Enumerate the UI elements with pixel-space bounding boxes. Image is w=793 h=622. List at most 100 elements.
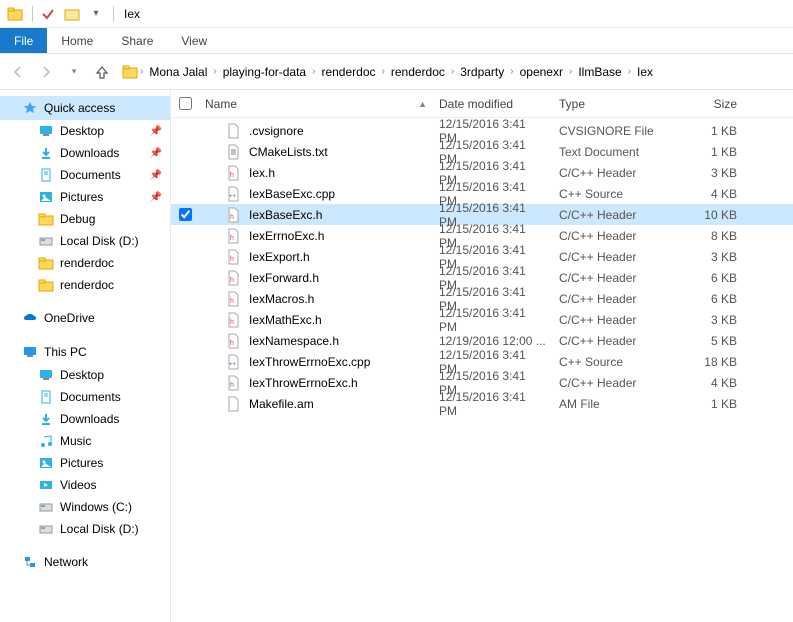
properties-icon[interactable] bbox=[37, 3, 59, 25]
file-type: CVSIGNORE File bbox=[553, 124, 673, 138]
sidebar-item-label: renderdoc bbox=[60, 278, 114, 292]
select-all-checkbox[interactable] bbox=[179, 97, 192, 110]
qat-dropdown-icon[interactable]: ▾ bbox=[85, 3, 107, 25]
file-row[interactable]: hIexMathExc.h12/15/2016 3:41 PMC/C++ Hea… bbox=[171, 309, 793, 330]
folder-icon bbox=[38, 277, 54, 293]
sidebar-item[interactable]: Music bbox=[0, 430, 170, 452]
file-name: IexMathExc.h bbox=[249, 313, 322, 327]
sidebar-quick-access[interactable]: Quick access bbox=[0, 96, 170, 120]
sidebar-item-label: Local Disk (D:) bbox=[60, 234, 139, 248]
file-size: 5 KB bbox=[673, 334, 743, 348]
pc-icon bbox=[22, 344, 38, 360]
chevron-right-icon[interactable]: › bbox=[567, 66, 574, 77]
sidebar-item[interactable]: Downloads 📌 bbox=[0, 142, 170, 164]
file-size: 1 KB bbox=[673, 397, 743, 411]
sidebar-item-label: Pictures bbox=[60, 456, 103, 470]
sidebar-item[interactable]: Local Disk (D:) bbox=[0, 518, 170, 540]
downloads-icon bbox=[38, 411, 54, 427]
sidebar-item[interactable]: Downloads bbox=[0, 408, 170, 430]
crumb[interactable]: IlmBase bbox=[574, 65, 625, 79]
app-folder-icon[interactable] bbox=[4, 3, 26, 25]
music-icon bbox=[38, 433, 54, 449]
navbar: ▾ › Mona Jalal› playing-for-data› render… bbox=[0, 54, 793, 90]
svg-text:h: h bbox=[230, 277, 234, 284]
downloads-icon bbox=[38, 145, 54, 161]
h-icon: h bbox=[225, 249, 241, 265]
col-type[interactable]: Type bbox=[553, 97, 673, 111]
new-folder-icon[interactable] bbox=[61, 3, 83, 25]
pictures-icon bbox=[38, 455, 54, 471]
sidebar-item-label: Documents bbox=[60, 168, 121, 182]
crumb[interactable]: playing-for-data bbox=[219, 65, 310, 79]
sidebar-item[interactable]: Videos bbox=[0, 474, 170, 496]
chevron-right-icon[interactable]: › bbox=[211, 66, 218, 77]
forward-button[interactable] bbox=[34, 60, 58, 84]
crumb[interactable]: 3rdparty bbox=[456, 65, 508, 79]
sidebar-item[interactable]: Pictures📌 bbox=[0, 186, 170, 208]
tab-share[interactable]: Share bbox=[107, 28, 167, 53]
file-type: C/C++ Header bbox=[553, 292, 673, 306]
file-size: 8 KB bbox=[673, 229, 743, 243]
documents-icon bbox=[38, 167, 54, 183]
chevron-right-icon[interactable]: › bbox=[138, 66, 145, 77]
up-button[interactable] bbox=[90, 60, 114, 84]
sidebar-item[interactable]: Pictures bbox=[0, 452, 170, 474]
sidebar-onedrive[interactable]: OneDrive bbox=[0, 306, 170, 330]
sidebar-item[interactable]: Documents📌 bbox=[0, 164, 170, 186]
row-checkbox[interactable] bbox=[179, 208, 192, 221]
sidebar-network[interactable]: Network bbox=[0, 550, 170, 574]
file-name: IexForward.h bbox=[249, 271, 319, 285]
tab-home[interactable]: Home bbox=[47, 28, 107, 53]
file-name: IexErrnoExc.h bbox=[249, 229, 324, 243]
crumb[interactable]: Iex bbox=[633, 65, 657, 79]
sidebar-item-label: Downloads bbox=[60, 146, 119, 160]
sidebar-item-label: Desktop bbox=[60, 124, 104, 138]
onedrive-icon bbox=[22, 310, 38, 326]
svg-text:h: h bbox=[230, 340, 234, 347]
chevron-right-icon[interactable]: › bbox=[380, 66, 387, 77]
chevron-right-icon[interactable]: › bbox=[508, 66, 515, 77]
tab-file[interactable]: File bbox=[0, 28, 47, 53]
sidebar-item-label: Local Disk (D:) bbox=[60, 522, 139, 536]
crumb[interactable]: renderdoc bbox=[317, 65, 379, 79]
txt-icon bbox=[225, 144, 241, 160]
file-name: IexNamespace.h bbox=[249, 334, 339, 348]
sidebar-item[interactable]: renderdoc bbox=[0, 252, 170, 274]
sidebar-item[interactable]: renderdoc bbox=[0, 274, 170, 296]
file-row[interactable]: Makefile.am12/15/2016 3:41 PMAM File1 KB bbox=[171, 393, 793, 414]
col-name[interactable]: Name▲ bbox=[199, 97, 433, 111]
file-type: C++ Source bbox=[553, 355, 673, 369]
sidebar-item[interactable]: Documents bbox=[0, 386, 170, 408]
sidebar-item[interactable]: Local Disk (D:) bbox=[0, 230, 170, 252]
back-button[interactable] bbox=[6, 60, 30, 84]
crumb[interactable]: renderdoc bbox=[387, 65, 449, 79]
recent-dropdown[interactable]: ▾ bbox=[62, 60, 86, 84]
crumb[interactable]: openexr bbox=[516, 65, 567, 79]
chevron-right-icon[interactable]: › bbox=[310, 66, 317, 77]
col-size[interactable]: Size bbox=[673, 97, 743, 111]
pictures-icon bbox=[38, 189, 54, 205]
sidebar-item[interactable]: Desktop📌 bbox=[0, 120, 170, 142]
crumb[interactable]: Mona Jalal bbox=[145, 65, 211, 79]
file-type: C/C++ Header bbox=[553, 376, 673, 390]
desktop-icon bbox=[38, 123, 54, 139]
col-date[interactable]: Date modified bbox=[433, 97, 553, 111]
svg-text:h: h bbox=[230, 172, 234, 179]
chevron-right-icon[interactable]: › bbox=[449, 66, 456, 77]
file-name: IexThrowErrnoExc.h bbox=[249, 376, 358, 390]
sidebar-item[interactable]: Debug bbox=[0, 208, 170, 230]
sidebar-this-pc[interactable]: This PC bbox=[0, 340, 170, 364]
breadcrumb[interactable]: › Mona Jalal› playing-for-data› renderdo… bbox=[118, 60, 787, 84]
file-size: 6 KB bbox=[673, 292, 743, 306]
network-icon bbox=[22, 554, 38, 570]
tab-view[interactable]: View bbox=[167, 28, 221, 53]
svg-text:++: ++ bbox=[229, 194, 237, 200]
sidebar-item[interactable]: Windows (C:) bbox=[0, 496, 170, 518]
chevron-right-icon[interactable]: › bbox=[626, 66, 633, 77]
folder-icon bbox=[38, 211, 54, 227]
sidebar-label: Network bbox=[44, 555, 88, 569]
file-size: 3 KB bbox=[673, 313, 743, 327]
pin-icon: 📌 bbox=[150, 148, 162, 159]
file-type: C/C++ Header bbox=[553, 208, 673, 222]
sidebar-item[interactable]: Desktop bbox=[0, 364, 170, 386]
